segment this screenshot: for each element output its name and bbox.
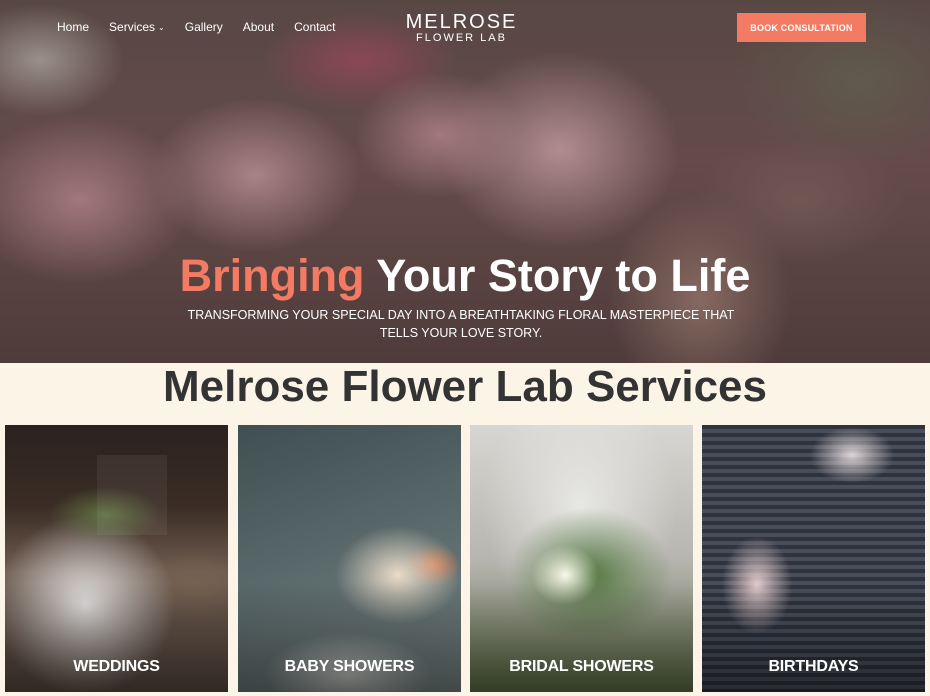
nav-services[interactable]: Services ⌄	[109, 20, 165, 34]
nav-about[interactable]: About	[243, 20, 274, 34]
nav-contact-label: Contact	[294, 20, 336, 34]
service-card-baby-showers[interactable]: BABY SHOWERS	[238, 425, 461, 692]
nav-about-label: About	[242, 20, 275, 34]
services-title: Melrose Flower Lab Services	[162, 362, 768, 411]
hero-headline: Bringing Your Story to Life	[0, 250, 930, 302]
service-card-label: BIRTHDAYS	[768, 658, 859, 675]
hero-headline-accent: Bringing	[179, 250, 365, 301]
service-card-label: BRIDAL SHOWERS	[509, 658, 654, 675]
nav-home[interactable]: Home	[57, 20, 89, 34]
logo-main-text: MELROSE	[405, 11, 518, 33]
service-card-label: WEDDINGS	[73, 658, 160, 675]
services-cards: WEDDINGS BABY SHOWERS BRIDAL SHOWERS BIR…	[5, 425, 925, 692]
hero-section: Home Services ⌄ Gallery About Contact MEL…	[0, 0, 930, 363]
nav-home-label: Home	[57, 20, 90, 34]
service-card-birthdays[interactable]: BIRTHDAYS	[702, 425, 925, 692]
main-nav: Home Services ⌄ Gallery About Contact	[57, 20, 355, 34]
hero-headline-rest: Your Story to Life	[364, 250, 751, 301]
nav-gallery[interactable]: Gallery	[185, 20, 223, 34]
book-consultation-button[interactable]: BOOK CONSULTATION	[737, 13, 866, 42]
nav-contact[interactable]: Contact	[294, 20, 335, 34]
chevron-down-icon: ⌄	[158, 22, 165, 32]
service-card-weddings[interactable]: WEDDINGS	[5, 425, 228, 692]
nav-gallery-label: Gallery	[184, 20, 223, 34]
service-card-bridal-showers[interactable]: BRIDAL SHOWERS	[470, 425, 693, 692]
logo-sub-text: FLOWER LAB	[416, 32, 507, 44]
hero-subtitle: TRANSFORMING YOUR SPECIAL DAY INTO A BRE…	[187, 308, 735, 340]
nav-services-label: Services	[109, 20, 156, 34]
service-card-label: BABY SHOWERS	[284, 658, 415, 675]
site-logo[interactable]: MELROSE FLOWER LAB	[394, 12, 529, 44]
